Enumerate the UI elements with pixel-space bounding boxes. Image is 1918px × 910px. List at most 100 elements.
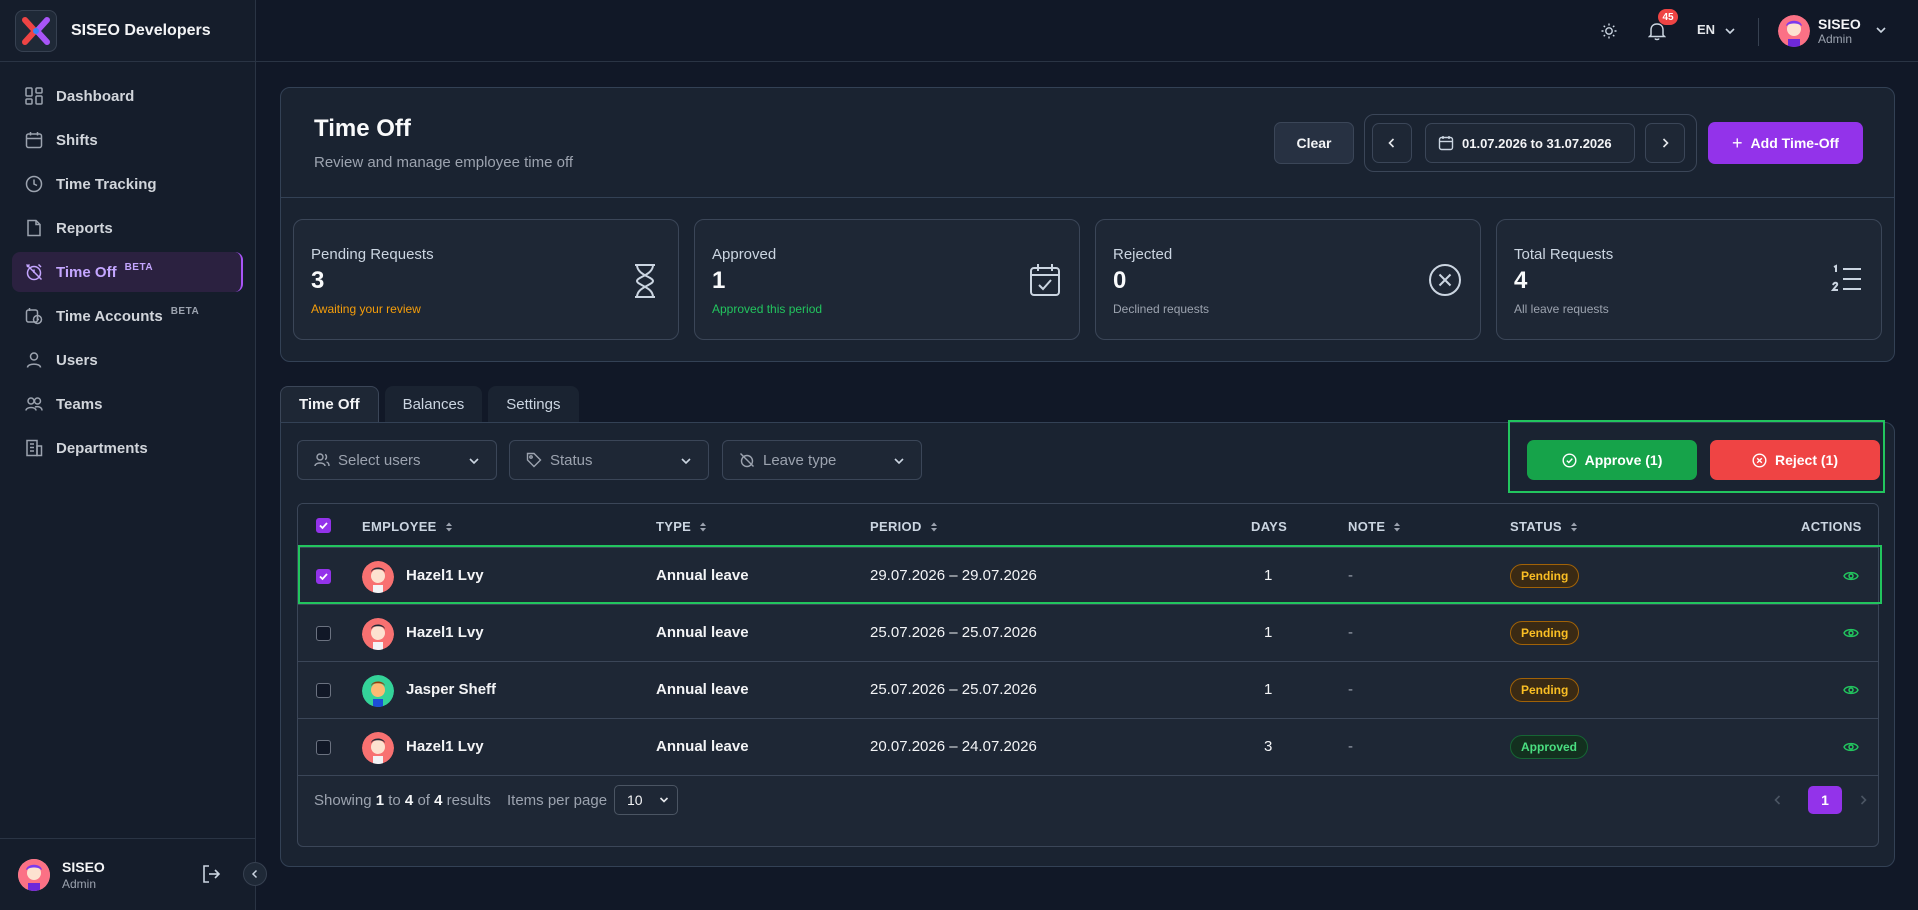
avatar[interactable] — [18, 858, 50, 891]
eye-icon[interactable] — [1843, 569, 1859, 587]
stat-total: Total Requests 4 All leave requests — [1496, 219, 1882, 340]
sidebar: SISEO Developers Dashboard Shifts Time T… — [0, 0, 256, 910]
topbar-user-menu[interactable]: SISEO Admin — [1778, 15, 1887, 47]
reject-button[interactable]: Reject (1) — [1710, 440, 1880, 480]
topbar-user-role: Admin — [1818, 32, 1853, 46]
date-range-text: 01.07.2026 to 31.07.2026 — [1462, 135, 1612, 151]
leave-type-filter[interactable]: Leave type — [722, 440, 922, 480]
app-logo — [15, 9, 57, 52]
stat-label: Approved — [712, 246, 777, 263]
pagination-page-current[interactable]: 1 — [1808, 786, 1842, 814]
page-subtitle: Review and manage employee time off — [314, 154, 574, 171]
row-checkbox[interactable] — [316, 683, 331, 698]
row-checkbox[interactable] — [316, 740, 331, 755]
showing-to-word: to — [388, 792, 401, 809]
approve-button[interactable]: Approve (1) — [1527, 440, 1697, 480]
sidebar-item-label: Time Off — [56, 263, 117, 281]
leave-type: Annual leave — [656, 681, 749, 698]
sidebar-item-time-accounts[interactable]: Time Accounts BETA — [12, 296, 243, 336]
header-type-label: TYPE — [656, 519, 692, 534]
sidebar-item-time-off[interactable]: Time Off BETA — [12, 252, 243, 292]
sidebar-item-label: Dashboard — [56, 87, 135, 105]
tab-time-off[interactable]: Time Off — [280, 386, 379, 422]
chevron-down-icon[interactable] — [1724, 24, 1736, 41]
eye-icon[interactable] — [1843, 626, 1859, 644]
avatar — [362, 675, 394, 707]
next-period-button[interactable] — [1645, 123, 1685, 163]
employee-name: Hazel1 Lvy — [406, 624, 484, 641]
items-per-page-label: Items per page — [507, 792, 608, 809]
header-period[interactable]: PERIOD — [870, 519, 938, 534]
tab-settings[interactable]: Settings — [488, 386, 579, 422]
leave-days: 1 — [1264, 681, 1273, 698]
app-name: SISEO Developers — [71, 21, 211, 39]
header-status[interactable]: STATUS — [1510, 519, 1578, 534]
tab-balances[interactable]: Balances — [384, 386, 483, 422]
sidebar-item-shifts[interactable]: Shifts — [12, 120, 243, 160]
leave-note: - — [1348, 738, 1353, 755]
users-icon — [24, 394, 44, 414]
table-row[interactable]: Jasper Sheff Annual leave 25.07.2026 – 2… — [298, 662, 1878, 719]
items-per-page-select[interactable]: 10 — [614, 785, 678, 815]
header-note[interactable]: NOTE — [1348, 519, 1401, 534]
select-all-checkbox[interactable] — [316, 518, 331, 533]
leave-type-label: Leave type — [763, 451, 837, 469]
stat-value: 3 — [311, 267, 325, 294]
tag-icon — [526, 452, 542, 468]
chevron-down-icon — [468, 454, 480, 471]
brand[interactable]: SISEO Developers — [0, 0, 255, 62]
table-row[interactable]: Hazel1 Lvy Annual leave 20.07.2026 – 24.… — [298, 719, 1878, 776]
row-checkbox[interactable] — [316, 569, 331, 584]
sidebar-item-departments[interactable]: Departments — [12, 428, 243, 468]
sort-icon — [445, 521, 453, 533]
stat-hint: Awaiting your review — [311, 302, 421, 316]
building-icon — [24, 438, 44, 458]
clock-history-icon — [24, 306, 44, 326]
chevron-down-icon — [1875, 23, 1887, 40]
pagination-previous-icon[interactable] — [1772, 793, 1784, 810]
sidebar-item-dashboard[interactable]: Dashboard — [12, 76, 243, 116]
date-range-picker[interactable]: 01.07.2026 to 31.07.2026 — [1425, 123, 1635, 163]
collapse-sidebar-button[interactable] — [243, 862, 267, 886]
previous-period-button[interactable] — [1372, 123, 1412, 163]
leave-days: 1 — [1264, 567, 1273, 584]
sort-icon — [1570, 521, 1578, 533]
logout-icon[interactable] — [200, 863, 222, 889]
eye-icon[interactable] — [1843, 740, 1859, 758]
select-users-filter[interactable]: Select users — [297, 440, 497, 480]
table-row[interactable]: Hazel1 Lvy Annual leave 29.07.2026 – 29.… — [298, 548, 1878, 605]
sidebar-nav: Dashboard Shifts Time Tracking Reports T… — [0, 62, 255, 468]
header-employee[interactable]: EMPLOYEE — [362, 519, 453, 534]
stat-hint: Declined requests — [1113, 302, 1210, 316]
sidebar-item-teams[interactable]: Teams — [12, 384, 243, 424]
sidebar-item-label: Shifts — [56, 131, 98, 149]
leave-note: - — [1348, 624, 1353, 641]
reject-label: Reject (1) — [1774, 452, 1839, 468]
clear-button[interactable]: Clear — [1274, 122, 1354, 164]
hourglass-icon — [630, 263, 660, 303]
status-badge: Pending — [1510, 678, 1580, 702]
header-type[interactable]: TYPE — [656, 519, 707, 534]
add-time-off-button[interactable]: + Add Time-Off — [1708, 122, 1863, 164]
eye-icon[interactable] — [1843, 683, 1859, 701]
table-row[interactable]: Hazel1 Lvy Annual leave 25.07.2026 – 25.… — [298, 605, 1878, 662]
stat-label: Rejected — [1113, 246, 1173, 263]
status-filter[interactable]: Status — [509, 440, 709, 480]
header-actions: ACTIONS — [1801, 519, 1862, 534]
theme-toggle-icon[interactable] — [1600, 22, 1618, 44]
check-icon — [319, 573, 328, 581]
avatar — [362, 618, 394, 650]
chevron-left-icon — [1388, 138, 1395, 148]
row-checkbox[interactable] — [316, 626, 331, 641]
sidebar-item-label: Teams — [56, 395, 103, 413]
sidebar-item-reports[interactable]: Reports — [12, 208, 243, 248]
language-selector[interactable]: EN — [1697, 22, 1715, 37]
sidebar-item-time-tracking[interactable]: Time Tracking — [12, 164, 243, 204]
alarm-off-icon — [24, 262, 44, 282]
stat-value: 0 — [1113, 267, 1127, 294]
pagination-next-icon[interactable] — [1857, 793, 1869, 810]
sidebar-item-users[interactable]: Users — [12, 340, 243, 380]
calendar-check-icon — [1029, 263, 1061, 301]
status-badge: Pending — [1510, 621, 1580, 645]
header-period-label: PERIOD — [870, 519, 922, 534]
